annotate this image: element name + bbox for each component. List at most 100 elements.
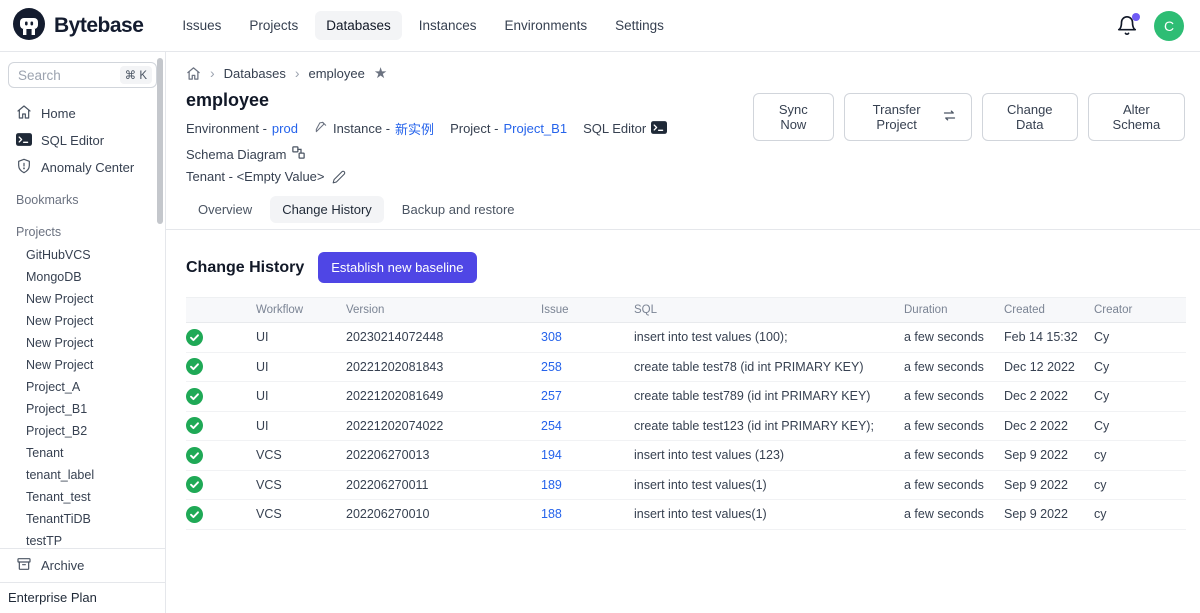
action-label: Change Data xyxy=(997,102,1063,132)
tab-backup-and-restore[interactable]: Backup and restore xyxy=(390,196,527,223)
nav-item-instances[interactable]: Instances xyxy=(408,11,488,40)
table-row[interactable]: UI20221202081843258create table test78 (… xyxy=(186,352,1186,382)
sidebar-item-sql-editor[interactable]: SQL Editor xyxy=(8,127,157,154)
archive-label: Archive xyxy=(41,558,84,573)
check-circle-icon xyxy=(186,447,203,464)
sidebar-project-mongodb-1[interactable]: MongoDB xyxy=(8,267,157,289)
table-row[interactable]: VCS202206270011189insert into test value… xyxy=(186,470,1186,500)
sidebar-project-new-project-5[interactable]: New Project xyxy=(8,355,157,377)
sidebar-project-tenant-label-10[interactable]: tenant_label xyxy=(8,465,157,487)
sidebar-project-tenant-test-11[interactable]: Tenant_test xyxy=(8,487,157,509)
notifications-button[interactable] xyxy=(1116,15,1138,37)
issue-link[interactable]: 188 xyxy=(541,507,562,521)
chevron-right-icon: › xyxy=(210,65,215,81)
archive-icon xyxy=(16,556,32,575)
bytebase-logo[interactable]: Bytebase xyxy=(12,7,143,44)
sidebar-project-new-project-3[interactable]: New Project xyxy=(8,311,157,333)
tab-overview[interactable]: Overview xyxy=(186,196,264,223)
sidebar-project-project-b1-7[interactable]: Project_B1 xyxy=(8,399,157,421)
creator-cell: Cy xyxy=(1094,323,1186,353)
workflow-cell: UI xyxy=(256,352,346,382)
brand-name: Bytebase xyxy=(54,14,143,38)
top-nav: Bytebase IssuesProjectsDatabasesInstance… xyxy=(0,0,1200,52)
version-cell: 202206270011 xyxy=(346,470,541,500)
workflow-cell: VCS xyxy=(256,441,346,471)
transfer-project-button[interactable]: Transfer Project xyxy=(844,93,972,141)
search-input[interactable] xyxy=(18,68,104,83)
sql-cell: insert into test values(1) xyxy=(634,470,904,500)
sidebar-project-project-b2-8[interactable]: Project_B2 xyxy=(8,421,157,443)
sidebar-project-testtp-13[interactable]: testTP xyxy=(8,531,157,548)
nav-item-databases[interactable]: Databases xyxy=(315,11,402,40)
table-row[interactable]: VCS202206270010188insert into test value… xyxy=(186,500,1186,530)
sql-editor-link[interactable]: SQL Editor xyxy=(583,121,667,137)
instance-label: Instance - xyxy=(333,121,390,136)
issue-link[interactable]: 308 xyxy=(541,330,562,344)
breadcrumb: › Databases › employee ★ xyxy=(186,65,1185,81)
status-cell xyxy=(186,352,256,382)
sidebar-project-tenant-9[interactable]: Tenant xyxy=(8,443,157,465)
sync-now-button[interactable]: Sync Now xyxy=(753,93,833,141)
status-cell xyxy=(186,382,256,412)
enterprise-plan-link[interactable]: Enterprise Plan xyxy=(0,582,165,613)
issue-link[interactable]: 257 xyxy=(541,389,562,403)
status-cell xyxy=(186,411,256,441)
sql-cell: insert into test values(1) xyxy=(634,500,904,530)
nav-item-settings[interactable]: Settings xyxy=(604,11,675,40)
edit-pencil-icon[interactable] xyxy=(332,170,346,184)
sidebar-item-home[interactable]: Home xyxy=(8,100,157,127)
sidebar-scrollbar[interactable] xyxy=(157,58,163,224)
sql-cell: create table test78 (id int PRIMARY KEY) xyxy=(634,352,904,382)
project-link[interactable]: Project_B1 xyxy=(503,121,567,136)
tab-change-history[interactable]: Change History xyxy=(270,196,384,223)
database-tabs: OverviewChange HistoryBackup and restore xyxy=(186,196,1185,229)
issue-link[interactable]: 258 xyxy=(541,360,562,374)
issue-link[interactable]: 254 xyxy=(541,419,562,433)
establish-baseline-button[interactable]: Establish new baseline xyxy=(318,252,476,283)
breadcrumb-employee[interactable]: employee xyxy=(309,66,365,81)
action-label: Alter Schema xyxy=(1103,102,1170,132)
table-row[interactable]: UI20221202074022254create table test123 … xyxy=(186,411,1186,441)
table-row[interactable]: UI20221202081649257create table test789 … xyxy=(186,382,1186,412)
notification-dot xyxy=(1132,13,1140,21)
action-label: Transfer Project xyxy=(859,102,935,132)
sidebar-item-archive[interactable]: Archive xyxy=(0,549,165,582)
nav-item-issues[interactable]: Issues xyxy=(171,11,232,40)
section-title: Change History xyxy=(186,259,304,277)
table-row[interactable]: VCS202206270013194insert into test value… xyxy=(186,441,1186,471)
sidebar-project-new-project-2[interactable]: New Project xyxy=(8,289,157,311)
issue-link[interactable]: 189 xyxy=(541,478,562,492)
duration-cell: a few seconds xyxy=(904,323,1004,353)
avatar[interactable]: C xyxy=(1154,11,1184,41)
creator-cell: cy xyxy=(1094,500,1186,530)
sidebar-project-project-a-6[interactable]: Project_A xyxy=(8,377,157,399)
home-icon[interactable] xyxy=(186,66,201,81)
terminal-icon xyxy=(651,121,667,137)
nav-item-environments[interactable]: Environments xyxy=(494,11,599,40)
column-header-creator: Creator xyxy=(1094,298,1186,323)
environment-link[interactable]: prod xyxy=(272,121,298,136)
breadcrumb-databases[interactable]: Databases xyxy=(224,66,286,81)
sidebar-project-tenanttidb-12[interactable]: TenantTiDB xyxy=(8,509,157,531)
nav-item-projects[interactable]: Projects xyxy=(238,11,309,40)
version-cell: 202206270010 xyxy=(346,500,541,530)
sidebar-project-githubvcs-0[interactable]: GitHubVCS xyxy=(8,245,157,267)
main-content: › Databases › employee ★ employee Enviro… xyxy=(166,52,1200,613)
sidebar-project-new-project-4[interactable]: New Project xyxy=(8,333,157,355)
alter-schema-button[interactable]: Alter Schema xyxy=(1088,93,1185,141)
duration-cell: a few seconds xyxy=(904,441,1004,471)
sql-cell: insert into test values (100); xyxy=(634,323,904,353)
database-meta: Environment - prod Instance - 新实例 xyxy=(186,119,753,163)
tabs-divider xyxy=(166,229,1200,230)
search-box[interactable]: ⌘ K xyxy=(8,62,157,88)
table-row[interactable]: UI20230214072448308insert into test valu… xyxy=(186,323,1186,353)
bookmark-star-icon[interactable]: ★ xyxy=(374,66,387,81)
schema-diagram-link[interactable]: Schema Diagram xyxy=(186,145,306,163)
instance-link[interactable]: 新实例 xyxy=(395,119,434,138)
issue-link[interactable]: 194 xyxy=(541,448,562,462)
change-data-button[interactable]: Change Data xyxy=(982,93,1078,141)
sidebar-item-anomaly-center[interactable]: Anomaly Center xyxy=(8,154,157,181)
environment-label: Environment - xyxy=(186,121,267,136)
schema-diagram-icon xyxy=(291,145,306,163)
column-header-duration: Duration xyxy=(904,298,1004,323)
